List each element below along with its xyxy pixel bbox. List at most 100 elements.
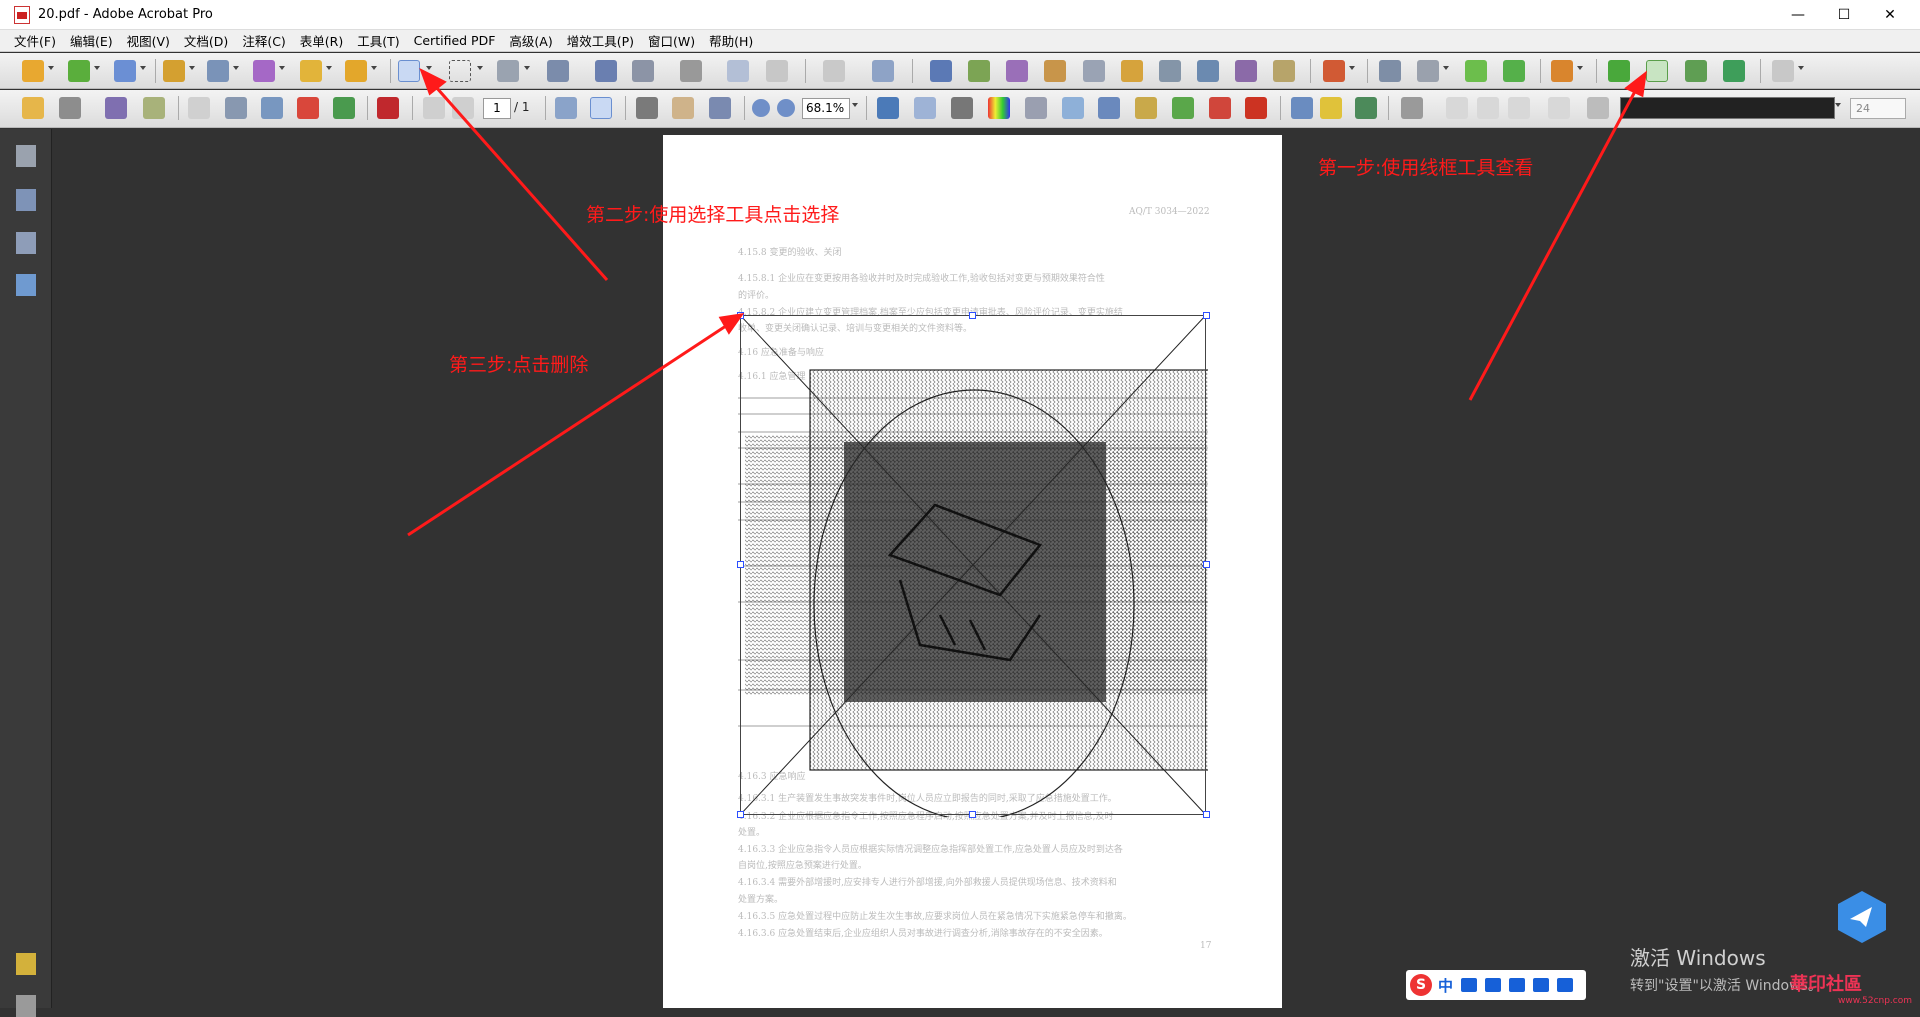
page-number-input[interactable]: 1 [483,98,511,119]
menu-view[interactable]: 视图(V) [127,31,170,50]
redact-icon[interactable] [1323,60,1345,82]
menu-tools[interactable]: 工具(T) [357,31,399,50]
comment-review-icon[interactable] [345,60,367,82]
ime-toolbar[interactable]: S 中 [1406,970,1586,1000]
fit-page-icon[interactable] [590,97,612,119]
resize-handle[interactable] [1203,312,1210,319]
menu-document[interactable]: 文档(D) [184,31,228,50]
maximize-button[interactable]: ☐ [1821,0,1867,30]
wireframe-view-icon[interactable] [1646,60,1668,82]
close-button[interactable]: ✕ [1867,0,1913,30]
marquee-select-icon[interactable] [449,60,471,82]
crop-marks-icon[interactable] [1465,60,1487,82]
single-page-icon[interactable] [555,97,577,119]
export-icon[interactable] [114,60,136,82]
resize-handle[interactable] [737,561,744,568]
cursor-icon[interactable] [1098,97,1120,119]
attach-icon[interactable] [261,97,283,119]
lock-icon[interactable] [163,60,185,82]
bookmarks-panel-icon[interactable] [16,189,36,211]
menu-comments[interactable]: 注释(C) [242,31,285,50]
select-object-tool-icon[interactable] [398,60,420,82]
fill-color-icon[interactable] [1587,97,1609,119]
typewriter-icon[interactable] [1401,97,1423,119]
zoom-out-icon[interactable] [752,99,770,117]
resize-handle[interactable] [1203,811,1210,818]
microphone-icon[interactable] [1485,978,1502,992]
object-touchup-icon[interactable] [632,60,654,82]
prev-page-icon[interactable] [423,97,445,119]
separations-icon[interactable] [1006,60,1028,82]
zoom-level-input[interactable]: 68.1% [802,98,850,119]
compare-icon[interactable] [872,60,894,82]
line-spacing-2-icon[interactable] [1548,97,1570,119]
resize-handle[interactable] [969,312,976,319]
print-production-icon[interactable] [1159,60,1181,82]
pdf-convert-icon[interactable] [1209,97,1231,119]
menu-certified-pdf[interactable]: Certified PDF [414,33,496,48]
menu-forms[interactable]: 表单(R) [300,31,343,50]
combine-files-icon[interactable] [68,60,90,82]
scan-icon[interactable] [143,97,165,119]
hand-tool-icon[interactable] [672,97,694,119]
acrobat-icon[interactable] [297,97,319,119]
move-tool-icon[interactable] [497,60,519,82]
web-icon[interactable] [333,97,355,119]
resize-handle[interactable] [969,811,976,818]
open-folder-icon[interactable] [22,97,44,119]
font-decrease-icon[interactable] [1446,97,1468,119]
create-pdf-icon[interactable] [22,60,44,82]
ime-mode-label[interactable]: 中 [1438,975,1453,996]
bird-logo-icon[interactable] [1836,889,1888,945]
resize-handle[interactable] [1203,561,1210,568]
snapshot-icon[interactable] [877,97,899,119]
transparency-grid-icon[interactable] [1685,60,1707,82]
save-disabled-icon[interactable] [188,97,210,119]
fix-hairlines-icon[interactable] [1121,60,1143,82]
ink-icon[interactable] [1025,97,1047,119]
edit-note-icon[interactable] [1135,97,1157,119]
multimedia-icon[interactable] [300,60,322,82]
menu-help[interactable]: 帮助(H) [709,31,753,50]
pin-red-icon[interactable] [1245,97,1267,119]
preflight-icon[interactable] [930,60,952,82]
pin-icon[interactable] [680,60,702,82]
menu-edit[interactable]: 编辑(E) [70,31,113,50]
zoom-tool-icon[interactable] [709,97,731,119]
layers-icon[interactable] [1723,60,1745,82]
security-icon[interactable] [377,97,399,119]
pages-panel-icon[interactable] [16,145,36,167]
page-layout-icon[interactable] [1772,60,1794,82]
signatures-panel-icon[interactable] [16,232,36,254]
text-touchup-icon[interactable] [595,60,617,82]
convert-colors-icon[interactable] [1197,60,1219,82]
line-spacing-icon[interactable] [1508,97,1530,119]
touchup-reading-order-icon[interactable] [1379,60,1401,82]
color-field[interactable] [1620,97,1835,119]
rotate-icon[interactable] [823,60,845,82]
stamp-icon[interactable] [1551,60,1573,82]
text-select-icon[interactable] [636,97,658,119]
menu-window[interactable]: 窗口(W) [648,31,695,50]
punctuation-icon[interactable] [1461,978,1478,992]
info-icon[interactable] [1291,97,1313,119]
comments-panel-icon[interactable] [16,953,36,975]
attachments-panel-icon[interactable] [16,995,36,1017]
font-size-field[interactable]: 24 [1850,98,1906,119]
model-tree-icon[interactable] [16,274,36,296]
form-icon[interactable] [253,60,275,82]
color-picker-icon[interactable] [988,97,1010,119]
flattener-icon[interactable] [1235,60,1257,82]
email-icon[interactable] [105,97,127,119]
zoom-in-icon[interactable] [777,99,795,117]
menu-plugins[interactable]: 增效工具(P) [567,31,634,50]
trim-box-icon[interactable] [1355,97,1377,119]
link-icon[interactable] [766,60,788,82]
print-icon[interactable] [59,97,81,119]
resize-handle[interactable] [737,811,744,818]
javascript-icon[interactable] [1273,60,1295,82]
font-increase-icon[interactable] [1477,97,1499,119]
comment-bubble-icon[interactable] [1608,60,1630,82]
measure-icon[interactable] [951,97,973,119]
ruler-icon[interactable] [1320,97,1342,119]
